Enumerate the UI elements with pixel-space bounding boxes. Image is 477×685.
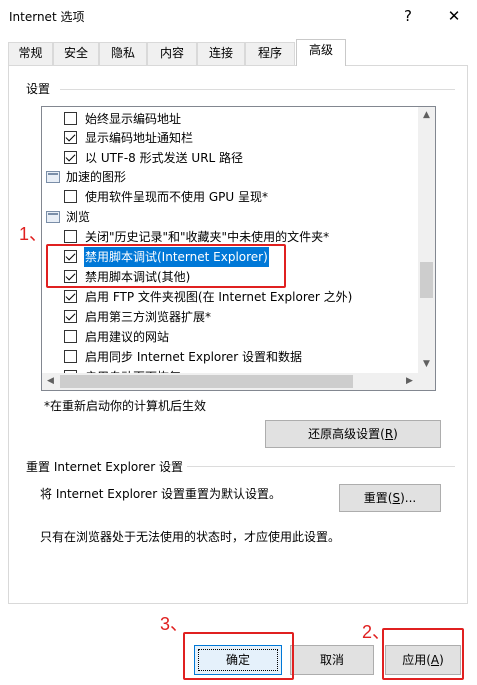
accel-key: S	[392, 491, 401, 505]
tab-privacy[interactable]: 隐私	[99, 42, 147, 65]
help-button[interactable]: ?	[394, 4, 422, 28]
scroll-up-arrow-icon[interactable]: ▲	[418, 107, 435, 124]
checkbox-software-rendering[interactable]	[64, 190, 77, 203]
tab-general[interactable]: 常规	[8, 42, 53, 65]
checkbox-sync-settings[interactable]	[64, 350, 77, 363]
scroll-left-arrow-icon[interactable]: ◀	[42, 373, 59, 390]
checkbox-show-encoded-address[interactable]	[64, 112, 77, 125]
checkbox-ftp-folder-view[interactable]	[64, 290, 77, 303]
settings-group-label: 设置	[26, 82, 51, 96]
vertical-scrollbar[interactable]: ▲ ▼	[418, 107, 435, 373]
annotation-label-1: 1、	[19, 224, 48, 244]
tab-programs[interactable]: 程序	[245, 42, 295, 65]
group-divider	[187, 466, 455, 467]
restart-note: *在重新启动你的计算机后生效	[44, 399, 207, 413]
annotation-highlight-3	[183, 632, 294, 680]
reset-group-label: 重置 Internet Explorer 设置	[26, 460, 184, 474]
horizontal-scrollbar[interactable]: ◀ ▶	[42, 373, 418, 390]
scrollbar-corner	[418, 373, 435, 390]
reset-note: 只有在浏览器处于无法使用的状态时，才应使用此设置。	[40, 530, 341, 544]
list-item-label: 启用同步 Internet Explorer 设置和数据	[85, 350, 303, 364]
vertical-scroll-thumb[interactable]	[420, 262, 433, 298]
graphics-category-icon	[46, 171, 60, 183]
tab-content[interactable]: 内容	[147, 42, 197, 65]
group-divider	[60, 89, 455, 90]
button-text: 还原高级设置(	[308, 427, 385, 441]
button-text-suffix: )...	[400, 491, 417, 505]
horizontal-scroll-thumb[interactable]	[60, 375, 353, 388]
list-header-label: 加速的图形	[66, 170, 127, 184]
list-item-label: 使用软件呈现而不使用 GPU 呈现*	[85, 190, 268, 204]
checkbox-encoded-address-bar[interactable]	[64, 131, 77, 144]
checkbox-utf8-url[interactable]	[64, 151, 77, 164]
button-text-suffix: )	[393, 427, 398, 441]
close-button[interactable]: ✕	[440, 4, 468, 28]
list-item-label: 显示编码地址通知栏	[85, 131, 194, 145]
annotation-label-2: 2、	[362, 622, 391, 642]
checkbox-third-party-extensions[interactable]	[64, 310, 77, 323]
list-item-label: 以 UTF-8 形式发送 URL 路径	[85, 151, 244, 165]
button-text: 重置(	[363, 491, 393, 505]
checkbox-suggested-sites[interactable]	[64, 330, 77, 343]
title-bar: Internet 选项 ? ✕	[0, 0, 477, 32]
list-item-label: 启用建议的网站	[85, 330, 170, 344]
list-item-label: 启用第三方浏览器扩展*	[85, 310, 212, 324]
scroll-right-arrow-icon[interactable]: ▶	[401, 373, 418, 390]
tab-advanced[interactable]: 高级	[296, 39, 346, 66]
scroll-down-arrow-icon[interactable]: ▼	[418, 356, 435, 373]
tab-connections[interactable]: 连接	[197, 42, 245, 65]
tab-security[interactable]: 安全	[53, 42, 99, 65]
restore-advanced-settings-button[interactable]: 还原高级设置(R)	[265, 420, 441, 448]
cancel-button[interactable]: 取消	[290, 645, 374, 675]
reset-button[interactable]: 重置(S)...	[339, 484, 441, 512]
list-item-label: 启用 FTP 文件夹视图(在 Internet Explorer 之外)	[85, 290, 353, 304]
window-title: Internet 选项	[9, 10, 85, 24]
annotation-highlight-1	[46, 244, 286, 288]
browsing-category-icon	[46, 211, 60, 223]
list-header-label: 浏览	[66, 210, 91, 224]
checkbox-close-unused-folders[interactable]	[64, 230, 77, 243]
annotation-highlight-2	[382, 628, 464, 680]
reset-description: 将 Internet Explorer 设置重置为默认设置。	[40, 487, 282, 501]
accel-key: R	[384, 427, 394, 441]
list-item-label: 始终显示编码地址	[85, 112, 182, 126]
annotation-label-3: 3、	[160, 614, 189, 634]
